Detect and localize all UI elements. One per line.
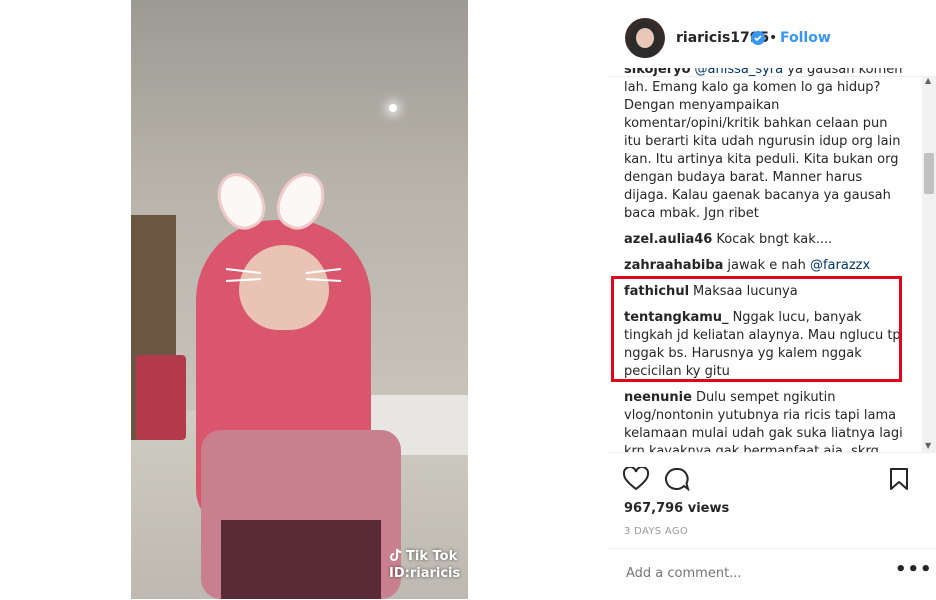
video-suitcase xyxy=(136,355,186,440)
add-comment-input[interactable] xyxy=(624,565,878,582)
tiktok-icon xyxy=(390,548,402,561)
video-player[interactable]: Tik Tok ID:riaricis xyxy=(131,0,468,599)
header-separator: • xyxy=(769,30,778,46)
comment-text: Kocak bngt kak.... xyxy=(716,232,833,247)
list-item: zahraahabiba jawak e nah @farazzx xyxy=(624,257,906,275)
list-item: azel.aulia46 Kocak bngt kak.... xyxy=(624,231,906,249)
highlight-box-annotation xyxy=(611,276,902,382)
comment-text: ya gausah komen lah. Emang kalo ga komen… xyxy=(624,68,903,221)
post-side-panel: riaricis1795 • Follow sikojeryo @anissa_s… xyxy=(609,0,936,599)
comment-username[interactable]: sikojeryo xyxy=(624,68,691,77)
tiktok-watermark: Tik Tok ID:riaricis xyxy=(389,548,460,582)
ceiling-light xyxy=(389,104,397,112)
comment-mention[interactable]: @farazzx xyxy=(810,258,870,273)
comments-scrollbar[interactable]: ▲ ▼ xyxy=(922,76,936,452)
scrollbar-thumb[interactable] xyxy=(924,153,934,194)
tiktok-brand-text: Tik Tok xyxy=(406,549,458,564)
tiktok-id-text: ID:riaricis xyxy=(389,566,461,581)
comment-mention[interactable]: @anissa_syra xyxy=(695,68,784,77)
scroll-up-icon[interactable]: ▲ xyxy=(925,76,931,85)
post-actions: 967,796 views 3 DAYS AGO xyxy=(609,452,936,563)
comment-username[interactable]: neenunie xyxy=(624,390,692,405)
video-person-skirt xyxy=(221,520,381,599)
views-count[interactable]: 967,796 views xyxy=(624,501,729,516)
add-comment-bar: ••• xyxy=(609,548,936,600)
scroll-down-icon[interactable]: ▼ xyxy=(925,441,931,450)
comment-username[interactable]: zahraahabiba xyxy=(624,258,723,273)
heart-icon[interactable] xyxy=(623,467,649,491)
post-header: riaricis1795 • Follow xyxy=(609,0,936,77)
comment-icon[interactable] xyxy=(664,467,690,491)
avatar[interactable] xyxy=(625,18,665,58)
post-timestamp[interactable]: 3 DAYS AGO xyxy=(624,526,688,537)
list-item: sikojeryo @anissa_syra ya gausah komen la… xyxy=(624,68,906,223)
list-item: neenunie Dulu sempet ngikutin vlog/nonton… xyxy=(624,389,906,452)
avatar-face xyxy=(636,28,654,48)
whiskers-filter xyxy=(226,268,341,282)
comment-username[interactable]: azel.aulia46 xyxy=(624,232,712,247)
more-options-button[interactable]: ••• xyxy=(895,559,933,580)
comments-list[interactable]: sikojeryo @anissa_syra ya gausah komen la… xyxy=(624,68,906,452)
follow-button[interactable]: Follow xyxy=(780,30,831,46)
bookmark-icon[interactable] xyxy=(889,467,909,491)
verified-badge-icon xyxy=(751,31,765,45)
comment-text: jawak e nah xyxy=(727,258,810,273)
